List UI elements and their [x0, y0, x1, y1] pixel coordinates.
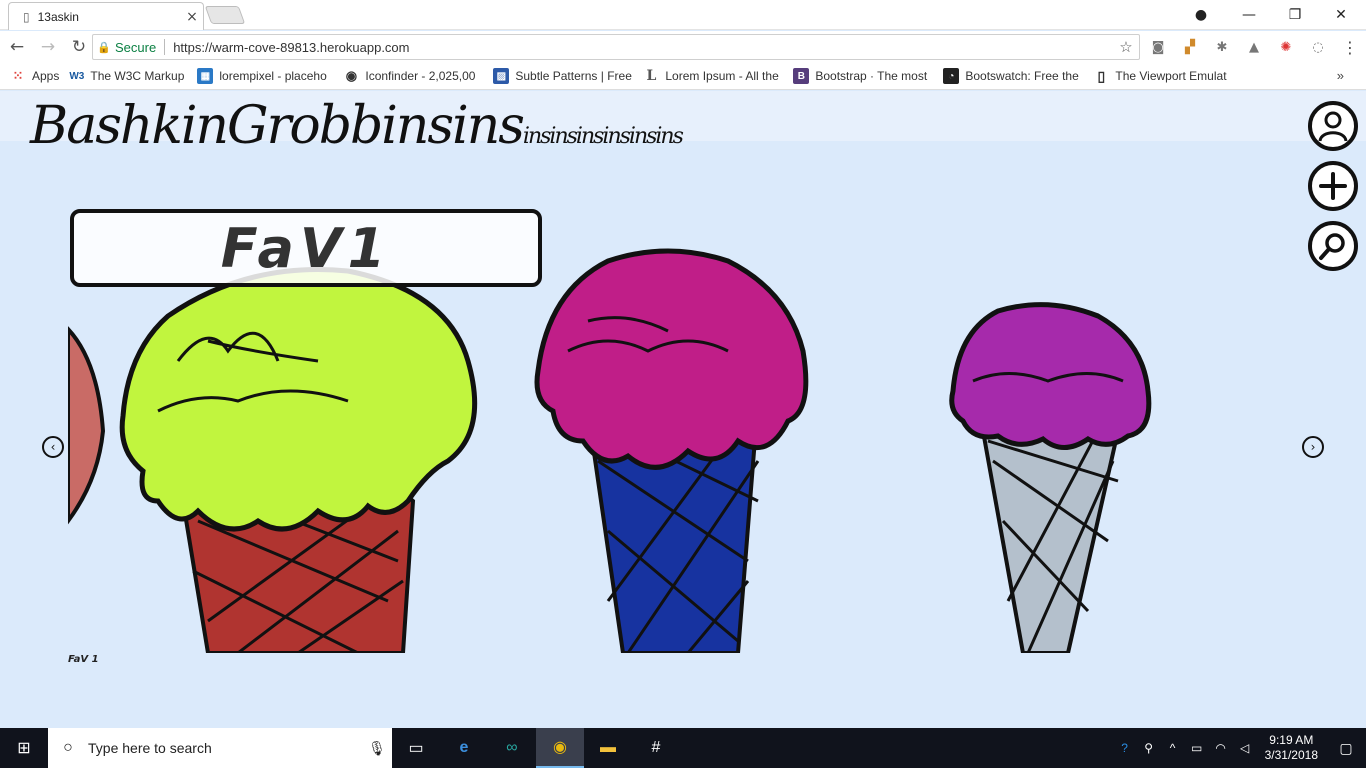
- tab-close-icon[interactable]: ×: [181, 9, 203, 25]
- clock-time: 9:19 AM: [1269, 733, 1314, 747]
- camera-icon[interactable]: ◙: [1145, 34, 1171, 60]
- windows-start-icon[interactable]: ⊞: [0, 728, 48, 768]
- edge-icon[interactable]: e: [440, 728, 488, 768]
- search-placeholder: Type here to search: [88, 740, 212, 756]
- bookmark-label: The W3C Markup Val: [90, 69, 187, 83]
- drive-icon[interactable]: ▲: [1241, 34, 1267, 60]
- bookmark-label: Apps: [32, 69, 60, 83]
- bookmark-subtle-patterns[interactable]: ▨ Subtle Patterns | Free: [493, 68, 633, 84]
- partial-cone-left: [68, 326, 106, 525]
- lorempixel-icon: ▦: [197, 68, 214, 84]
- user-icon: [1318, 111, 1348, 142]
- clock[interactable]: 9:19 AM 3/31/2018: [1265, 733, 1318, 763]
- bootswatch-icon: ◔: [943, 68, 960, 84]
- file-explorer-icon[interactable]: ▬: [584, 728, 632, 768]
- color-wheel-icon[interactable]: ✺: [1273, 34, 1299, 60]
- ruler-icon[interactable]: ▞: [1177, 34, 1203, 60]
- bookmark-label: The Viewport Emulat: [1115, 69, 1227, 83]
- volume-icon[interactable]: ◁: [1233, 741, 1257, 755]
- browser-tab[interactable]: ▯ 13askin ×: [8, 2, 204, 30]
- subtle-patterns-icon: ▨: [493, 68, 510, 84]
- ice-cream-cone-3: [949, 302, 1152, 653]
- lock-icon: 🔒: [97, 41, 111, 54]
- new-tab-button[interactable]: [204, 6, 246, 24]
- bookmark-label: Subtle Patterns | Free: [515, 69, 632, 83]
- page-icon: ▯: [23, 9, 30, 24]
- w3c-icon: W3: [69, 70, 85, 82]
- taskbar-search[interactable]: ○ Type here to search 🎙: [48, 728, 392, 768]
- bookmark-label: Lorem Ipsum - All the: [665, 69, 779, 83]
- bookmark-w3c[interactable]: W3 The W3C Markup Val: [69, 68, 187, 84]
- clock-date: 3/31/2018: [1264, 748, 1318, 762]
- bookmark-lorempixel[interactable]: ▦ lorempixel - placeho: [197, 68, 333, 84]
- bootstrap-icon: B: [793, 68, 810, 84]
- ice-cream-cone-2: [534, 248, 809, 653]
- bookmark-iconfinder[interactable]: ◉ Iconfinder - 2,025,00: [343, 68, 483, 84]
- battery-icon[interactable]: ▭: [1185, 741, 1209, 755]
- logo-main: BashkinGrobbinsins: [30, 96, 525, 156]
- apps-grid-icon: ⁙: [12, 68, 24, 83]
- bookmark-bootstrap[interactable]: B Bootstrap · The most: [793, 68, 933, 84]
- bookmark-label: Iconfinder - 2,025,00: [365, 69, 476, 83]
- profile-icon[interactable]: ●: [1178, 0, 1224, 30]
- bookmark-viewport[interactable]: ▯ The Viewport Emulat: [1093, 68, 1233, 84]
- carousel-caption: FaV1: [70, 209, 542, 287]
- logo-tail: insinsinsinsinsins: [522, 124, 684, 149]
- magnifier-icon: [1319, 233, 1345, 260]
- profile-button[interactable]: [1308, 101, 1358, 151]
- help-icon[interactable]: ?: [1113, 741, 1137, 755]
- carousel-next-button[interactable]: ›: [1302, 436, 1324, 458]
- chrome-icon[interactable]: ◉: [536, 728, 584, 768]
- slide-label: FaV 1: [68, 654, 99, 665]
- bookmark-apps[interactable]: ⁙ Apps: [10, 68, 60, 84]
- forward-button[interactable]: →: [34, 33, 62, 61]
- extensions-bar: ◙ ▞ ✱ ▲ ✺ ◌ ⋮: [1145, 34, 1363, 60]
- bookmark-star-icon[interactable]: ☆: [1113, 38, 1139, 56]
- back-button[interactable]: ←: [3, 33, 31, 61]
- browser-tab-strip: ▯ 13askin × ● — ❐ ✕: [0, 0, 1366, 30]
- reload-button[interactable]: ↻: [65, 33, 93, 61]
- code-icon[interactable]: ◌: [1305, 34, 1331, 60]
- plus-icon: [1319, 172, 1347, 200]
- microphone-icon[interactable]: 🎙: [362, 740, 392, 757]
- menu-icon[interactable]: ⋮: [1337, 34, 1363, 60]
- minimize-button[interactable]: —: [1226, 0, 1272, 30]
- arduino-icon[interactable]: ∞: [488, 728, 536, 768]
- bookmark-lorem-ipsum[interactable]: L Lorem Ipsum - All the: [643, 68, 783, 84]
- bookmark-label: Bootswatch: Free the: [965, 69, 1079, 83]
- bookmark-bootswatch[interactable]: ◔ Bootswatch: Free the: [943, 68, 1083, 84]
- tab-title: 13askin: [37, 9, 79, 24]
- url-text[interactable]: https://warm-cove-89813.herokuapp.com: [173, 40, 1113, 55]
- search-button[interactable]: [1308, 221, 1358, 271]
- ice-cream-cone-1: [119, 266, 478, 653]
- page-content: BashkinGrobbinsinsinsinsinsinsinsins FaV…: [0, 91, 1366, 728]
- site-logo[interactable]: BashkinGrobbinsinsinsinsinsinsinsins: [30, 96, 684, 156]
- show-hidden-icons[interactable]: ^: [1161, 741, 1185, 755]
- bookmarks-bar: ⁙ Apps W3 The W3C Markup Val ▦ lorempixe…: [0, 63, 1366, 90]
- omnibox-divider: [164, 39, 166, 55]
- iconfinder-icon: ◉: [345, 68, 358, 83]
- slack-icon[interactable]: #: [632, 728, 680, 768]
- maximize-button[interactable]: ❐: [1272, 0, 1318, 30]
- wifi-icon[interactable]: ◠: [1209, 741, 1233, 755]
- task-view-icon[interactable]: ▭: [392, 728, 440, 768]
- cortana-icon: ○: [63, 739, 73, 756]
- windows-taskbar: ⊞ ○ Type here to search 🎙 ▭ e ∞ ◉ ▬ # ? …: [0, 728, 1366, 768]
- lorem-ipsum-icon: L: [646, 68, 657, 84]
- secure-label: Secure: [115, 39, 157, 55]
- bookmark-label: Bootstrap · The most: [815, 69, 928, 83]
- people-icon[interactable]: ⚲: [1137, 741, 1161, 755]
- bookmark-label: lorempixel - placeho: [219, 69, 327, 83]
- viewport-icon: ▯: [1097, 68, 1106, 84]
- close-button[interactable]: ✕: [1318, 0, 1364, 30]
- bookmarks-overflow-icon[interactable]: »: [1337, 68, 1344, 83]
- address-bar[interactable]: 🔒 Secure https://warm-cove-89813.herokua…: [92, 34, 1140, 60]
- bug-icon[interactable]: ✱: [1209, 34, 1235, 60]
- system-tray: ? ⚲ ^ ▭ ◠ ◁ 9:19 AM 3/31/2018 ▢: [1113, 728, 1366, 768]
- add-button[interactable]: [1308, 161, 1358, 211]
- notifications-icon[interactable]: ▢: [1326, 740, 1366, 757]
- carousel-prev-button[interactable]: ‹: [42, 436, 64, 458]
- browser-toolbar: ← → ↻ 🔒 Secure https://warm-cove-89813.h…: [0, 31, 1366, 63]
